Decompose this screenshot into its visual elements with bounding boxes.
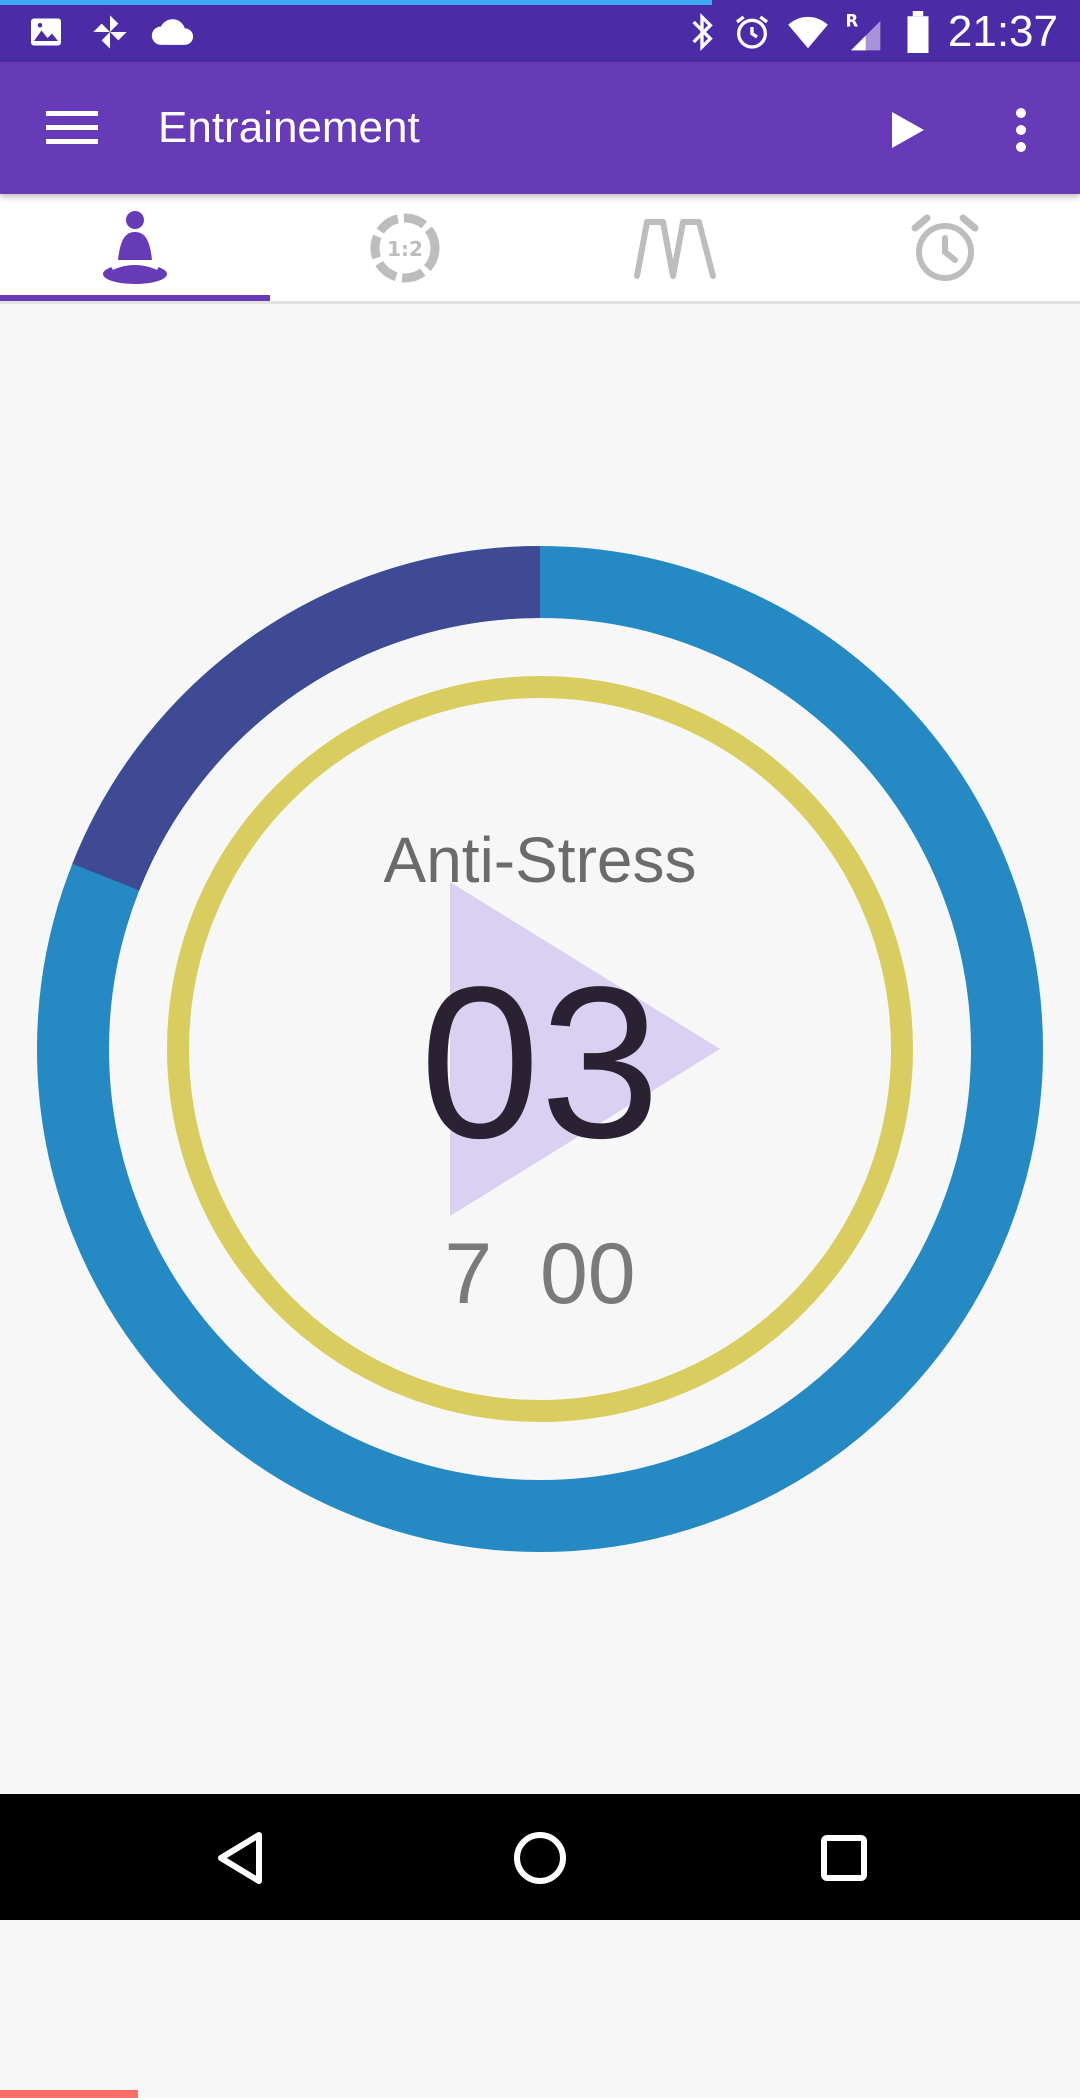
tab-meditation[interactable] [0, 194, 270, 301]
status-bar: R 21:37 [0, 0, 1080, 62]
play-icon [892, 112, 924, 148]
image-icon [24, 10, 68, 54]
svg-text:R: R [846, 12, 859, 31]
menu-button[interactable] [34, 92, 110, 164]
battery-icon [896, 10, 940, 54]
session-name: Anti-Stress [383, 824, 697, 896]
bluetooth-icon [680, 10, 724, 54]
signal-roaming-icon: R [840, 10, 884, 54]
wifi-icon [786, 10, 830, 54]
tab-breathing-pattern[interactable] [540, 194, 810, 301]
app-bar: Entrainement [0, 62, 1080, 194]
tab-alarm[interactable] [810, 194, 1080, 301]
home-button[interactable] [500, 1818, 580, 1898]
status-time: 21:37 [947, 7, 1058, 56]
alarm-clock-icon [911, 214, 979, 281]
hamburger-menu-icon [46, 111, 98, 144]
cloud-icon [150, 10, 194, 54]
tab-bar: 1:2 [0, 194, 1080, 304]
status-progress-line [0, 0, 712, 5]
play-button[interactable] [872, 94, 944, 166]
training-content: Anti-Stress 03 7 00 [0, 304, 1080, 2098]
recents-square-icon [821, 1835, 867, 1881]
pinwheel-icon [88, 10, 132, 54]
more-options-button[interactable] [990, 94, 1052, 166]
tab-indicator [0, 295, 270, 301]
page-title: Entrainement [158, 103, 420, 152]
back-triangle-icon [218, 1832, 262, 1884]
breathing-pattern-icon [634, 218, 716, 279]
navigation-bar [0, 1794, 1080, 1920]
ratio-label: 1:2 [387, 237, 423, 261]
recents-button[interactable] [804, 1818, 884, 1898]
cycle-counter: 03 [419, 941, 661, 1183]
home-circle-icon [514, 1832, 566, 1884]
tab-ratio[interactable]: 1:2 [270, 194, 540, 301]
ratio-timer-icon: 1:2 [370, 213, 440, 282]
alarm-icon [730, 10, 774, 54]
session-duration: 7 00 [444, 1226, 636, 1322]
bottom-progress-bar [0, 2090, 139, 2098]
back-button[interactable] [200, 1818, 280, 1898]
meditation-icon [103, 210, 167, 284]
more-vert-icon [1016, 108, 1026, 152]
